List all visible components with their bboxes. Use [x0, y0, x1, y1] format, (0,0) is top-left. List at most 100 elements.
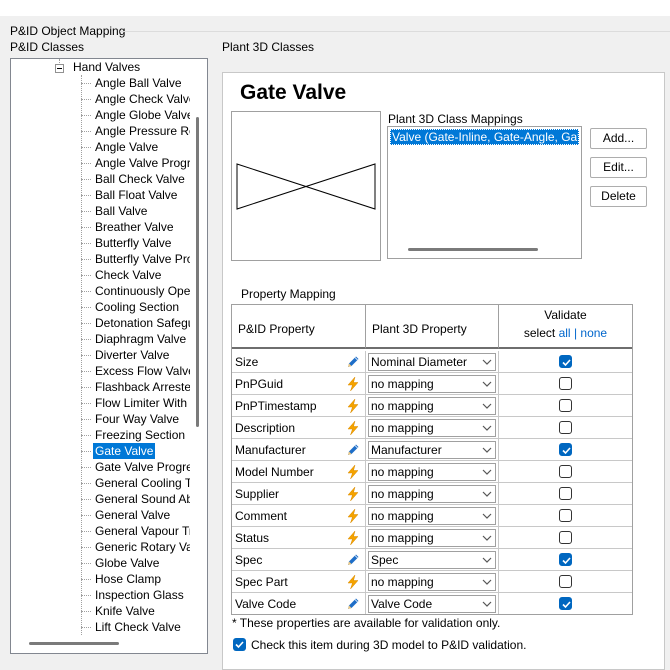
class-mappings-list[interactable]: Valve (Gate-Inline, Gate-Angle, Gate-3-W: [387, 126, 582, 259]
pid-property-cell: Supplier: [232, 483, 366, 505]
tree-item[interactable]: Flow Limiter With Orif: [11, 395, 191, 411]
tree-item[interactable]: Flashback Arrester: [11, 379, 191, 395]
validate-checkbox[interactable]: [559, 443, 572, 456]
validate-checkbox[interactable]: [559, 421, 572, 434]
chevron-down-icon[interactable]: [480, 597, 494, 611]
edit-button[interactable]: Edit...: [590, 157, 647, 178]
column-header-plant3d-property[interactable]: Plant 3D Property: [366, 305, 499, 349]
chevron-down-icon[interactable]: [480, 575, 494, 589]
validate-checkbox[interactable]: [559, 531, 572, 544]
tree-item[interactable]: Lift Check Valve: [11, 619, 191, 635]
pencil-icon[interactable]: [345, 354, 361, 370]
pid-property-cell: Status: [232, 527, 366, 549]
plant3d-property-combo[interactable]: no mapping: [368, 375, 496, 393]
plant3d-property-combo[interactable]: no mapping: [368, 485, 496, 503]
tree-item[interactable]: Detonation Safeguar: [11, 315, 191, 331]
pencil-icon[interactable]: [345, 552, 361, 568]
mappings-horizontal-scroll-thumb[interactable]: [408, 248, 538, 251]
plant3d-property-combo[interactable]: no mapping: [368, 507, 496, 525]
pid-classes-tree[interactable]: Hand Valves Angle Ball Valve Angle Check …: [10, 58, 208, 654]
plant3d-property-combo[interactable]: Spec: [368, 551, 496, 569]
tree-item[interactable]: Check Valve: [11, 267, 191, 283]
tree-item[interactable]: Butterfly Valve Progre: [11, 251, 191, 267]
plant3d-property-combo[interactable]: no mapping: [368, 397, 496, 415]
tree-item[interactable]: Globe Valve: [11, 555, 191, 571]
plant3d-property-combo[interactable]: no mapping: [368, 529, 496, 547]
tree-item[interactable]: Gate Valve Progressi: [11, 459, 191, 475]
tree-item[interactable]: Breather Valve: [11, 219, 191, 235]
tree-item[interactable]: Angle Globe Valve: [11, 107, 191, 123]
tree-item[interactable]: Generic Rotary Valve: [11, 539, 191, 555]
select-none-link[interactable]: none: [580, 326, 607, 340]
tree-item-label: Angle Ball Valve: [95, 76, 182, 90]
tree-item[interactable]: Angle Valve: [11, 139, 191, 155]
object-mapping-window: P&ID Object Mapping P&ID Classes Plant 3…: [0, 16, 670, 670]
plant3d-property-combo[interactable]: Manufacturer: [368, 441, 496, 459]
validate-checkbox[interactable]: [559, 509, 572, 522]
tree-item[interactable]: General Vapour Trap: [11, 523, 191, 539]
validate-checkbox[interactable]: [559, 355, 572, 368]
tree-item[interactable]: Four Way Valve: [11, 411, 191, 427]
validation-checkbox[interactable]: [233, 638, 246, 651]
tree-item[interactable]: Continuously Operate: [11, 283, 191, 299]
select-all-link[interactable]: all: [559, 326, 571, 340]
validate-checkbox[interactable]: [559, 487, 572, 500]
chevron-down-icon[interactable]: [480, 509, 494, 523]
plant3d-property-combo[interactable]: no mapping: [368, 463, 496, 481]
plant3d-property-combo[interactable]: no mapping: [368, 573, 496, 591]
validate-checkbox[interactable]: [559, 575, 572, 588]
chevron-down-icon[interactable]: [480, 377, 494, 391]
plant3d-property-combo[interactable]: no mapping: [368, 419, 496, 437]
tree-vertical-scroll-thumb[interactable]: [196, 117, 199, 427]
column-header-pid-property[interactable]: P&ID Property: [232, 305, 366, 349]
tree-item[interactable]: Angle Check Valve: [11, 91, 191, 107]
validate-checkbox[interactable]: [559, 553, 572, 566]
validate-checkbox[interactable]: [559, 377, 572, 390]
tree-node-hand-valves[interactable]: Hand Valves: [73, 59, 140, 75]
pencil-icon[interactable]: [345, 442, 361, 458]
validate-checkbox[interactable]: [559, 597, 572, 610]
tree-item[interactable]: General Cooling Trap: [11, 475, 191, 491]
chevron-down-icon[interactable]: [480, 399, 494, 413]
lightning-icon: [345, 420, 361, 436]
tree-item[interactable]: Cooling Section: [11, 299, 191, 315]
plant3d-property-combo[interactable]: Valve Code: [368, 595, 496, 613]
tree-vertical-scrollbar[interactable]: [190, 59, 207, 653]
delete-button[interactable]: Delete: [590, 186, 647, 207]
tree-item[interactable]: General Valve: [11, 507, 191, 523]
collapse-toggle-icon[interactable]: [55, 64, 64, 73]
chevron-down-icon[interactable]: [480, 443, 494, 457]
add-button[interactable]: Add...: [590, 128, 647, 149]
tree-item[interactable]: Angle Pressure Redu: [11, 123, 191, 139]
tree-item[interactable]: Hose Clamp: [11, 571, 191, 587]
pencil-icon[interactable]: [345, 596, 361, 612]
chevron-down-icon[interactable]: [480, 531, 494, 545]
tree-item[interactable]: Diverter Valve: [11, 347, 191, 363]
tree-item[interactable]: Ball Float Valve: [11, 187, 191, 203]
plant3d-property-combo[interactable]: Nominal Diameter: [368, 353, 496, 371]
tree-item[interactable]: Angle Ball Valve: [11, 75, 191, 91]
tree-item[interactable]: Ball Check Valve: [11, 171, 191, 187]
tree-item[interactable]: Freezing Section: [11, 427, 191, 443]
chevron-down-icon[interactable]: [480, 487, 494, 501]
tree-item[interactable]: General Sound Abso: [11, 491, 191, 507]
tree-item[interactable]: Angle Valve Progress: [11, 155, 191, 171]
class-mapping-item[interactable]: Valve (Gate-Inline, Gate-Angle, Gate-3-W: [390, 129, 579, 145]
tree-item[interactable]: Ball Valve: [11, 203, 191, 219]
tree-item[interactable]: Butterfly Valve: [11, 235, 191, 251]
validate-checkbox[interactable]: [559, 399, 572, 412]
tree-horizontal-scrollbar[interactable]: [11, 636, 191, 653]
tree-item[interactable]: Excess Flow Valve: [11, 363, 191, 379]
chevron-down-icon[interactable]: [480, 355, 494, 369]
tree-item[interactable]: Knife Valve: [11, 603, 191, 619]
tree-item[interactable]: Gate Valve: [11, 443, 191, 459]
chevron-down-icon[interactable]: [480, 421, 494, 435]
validate-checkbox[interactable]: [559, 465, 572, 478]
tree-horizontal-scroll-thumb[interactable]: [29, 642, 119, 645]
chevron-down-icon[interactable]: [480, 465, 494, 479]
tree-item[interactable]: Inspection Glass: [11, 587, 191, 603]
plant3d-property-cell: Valve Code: [366, 593, 499, 614]
plant3d-property-value: no mapping: [371, 465, 434, 479]
tree-item[interactable]: Diaphragm Valve: [11, 331, 191, 347]
chevron-down-icon[interactable]: [480, 553, 494, 567]
